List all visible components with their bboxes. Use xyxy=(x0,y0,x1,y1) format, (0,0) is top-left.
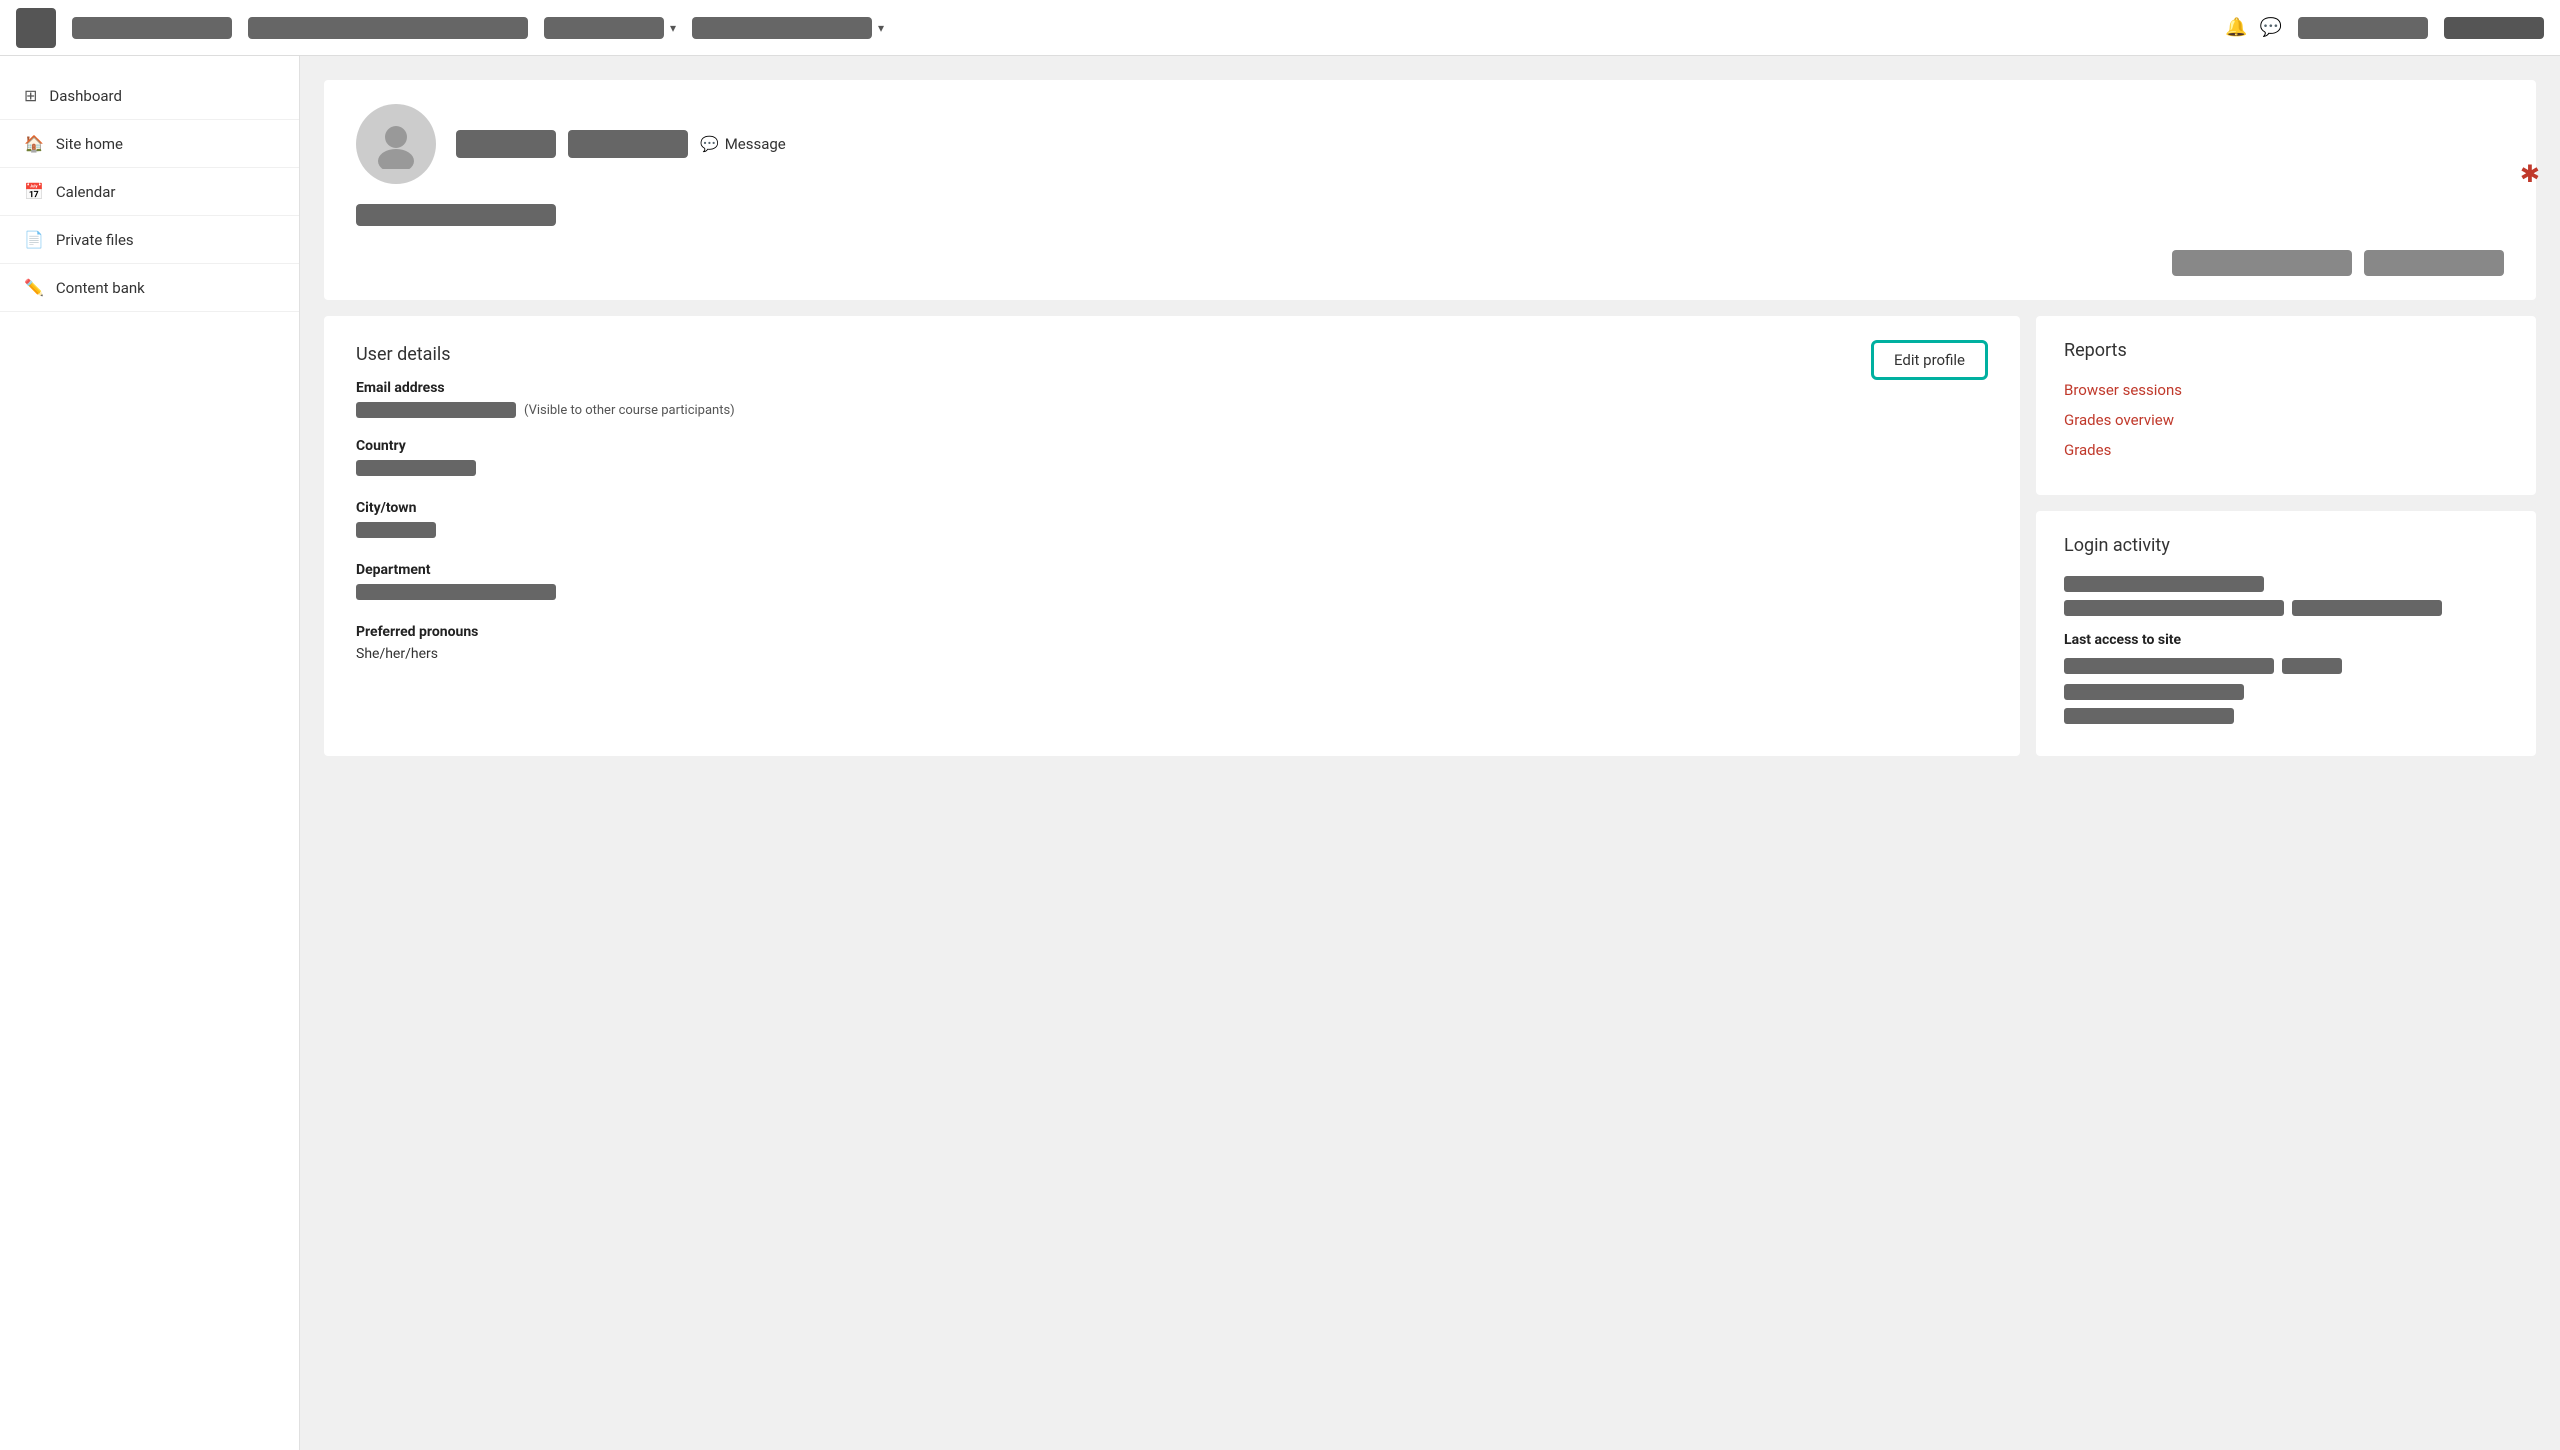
right-panels: Reports Browser sessions Grades overview… xyxy=(2036,316,2536,756)
card-action-button-1[interactable] xyxy=(2172,250,2352,276)
last-access-bar-2 xyxy=(2064,684,2244,700)
country-value-bar xyxy=(356,460,476,476)
department-value-bar xyxy=(356,584,556,600)
department-label: Department xyxy=(356,562,1988,578)
sidebar-item-site-home[interactable]: 🏠 Site home xyxy=(0,120,299,168)
email-row: (Visible to other course participants) xyxy=(356,402,1988,418)
email-visible-text: (Visible to other course participants) xyxy=(524,403,735,418)
grades-overview-link[interactable]: Grades overview xyxy=(2064,411,2508,429)
nav-item-2[interactable] xyxy=(248,17,528,39)
chevron-down-icon: ▾ xyxy=(878,21,884,35)
page-layout: ⊞ Dashboard 🏠 Site home 📅 Calendar 📄 Pri… xyxy=(0,56,2560,1450)
pronouns-value: She/her/hers xyxy=(356,646,1988,662)
user-details-title: User details xyxy=(356,344,451,365)
sidebar-item-label: Dashboard xyxy=(49,87,122,105)
nav-item-4[interactable] xyxy=(692,17,872,39)
home-icon: 🏠 xyxy=(24,134,44,153)
user-details-header: User details Edit profile xyxy=(356,344,1988,380)
login-bar-2a xyxy=(2064,600,2284,616)
sidebar-item-dashboard[interactable]: ⊞ Dashboard xyxy=(0,72,299,120)
main-content: 💬 Message User details Edit profile xyxy=(300,56,2560,1450)
last-access-bar-3 xyxy=(2064,708,2234,724)
sidebar-item-label: Private files xyxy=(56,231,134,249)
email-field-group: Email address (Visible to other course p… xyxy=(356,380,1988,418)
login-row-1 xyxy=(2064,600,2508,616)
profile-button-1[interactable] xyxy=(456,130,556,158)
profile-card-bottom xyxy=(356,242,2504,276)
sidebar: ⊞ Dashboard 🏠 Site home 📅 Calendar 📄 Pri… xyxy=(0,56,300,1450)
profile-actions: 💬 Message xyxy=(456,130,786,158)
login-activity-title: Login activity xyxy=(2064,535,2508,556)
message-icon[interactable]: 💬 xyxy=(2260,17,2282,38)
sidebar-item-private-files[interactable]: 📄 Private files xyxy=(0,216,299,264)
calendar-icon: 📅 xyxy=(24,182,44,201)
chevron-down-icon: ▾ xyxy=(670,21,676,35)
file-icon: 📄 xyxy=(24,230,44,249)
message-label: Message xyxy=(725,135,786,153)
pencil-icon: ✏️ xyxy=(24,278,44,297)
country-field-group: Country xyxy=(356,438,1988,480)
nav-icons: 🔔 💬 xyxy=(2225,17,2282,38)
edit-profile-button[interactable]: Edit profile xyxy=(1871,340,1988,380)
country-label: Country xyxy=(356,438,1988,454)
login-bar-2b xyxy=(2292,600,2442,616)
last-access-row-1 xyxy=(2064,658,2508,674)
top-navigation: ▾ ▾ 🔔 💬 xyxy=(0,0,2560,56)
profile-card: 💬 Message xyxy=(324,80,2536,300)
sidebar-item-label: Site home xyxy=(56,135,123,153)
reports-panel: Reports Browser sessions Grades overview… xyxy=(2036,316,2536,495)
profile-header: 💬 Message xyxy=(356,104,2504,184)
email-label: Email address xyxy=(356,380,1988,396)
last-access-bar-1a xyxy=(2064,658,2274,674)
card-action-button-2[interactable] xyxy=(2364,250,2504,276)
user-details-panel: User details Edit profile Email address … xyxy=(324,316,2020,756)
nav-item-1[interactable] xyxy=(72,17,232,39)
pronouns-field-group: Preferred pronouns She/her/hers xyxy=(356,624,1988,662)
sidebar-item-label: Calendar xyxy=(56,183,116,201)
city-value-bar xyxy=(356,522,436,538)
last-access-bar-1b xyxy=(2282,658,2342,674)
city-label: City/town xyxy=(356,500,1988,516)
user-menu[interactable] xyxy=(2444,17,2544,39)
redstar-icon: ✱ xyxy=(2520,160,2540,188)
notification-icon[interactable]: 🔔 xyxy=(2225,17,2247,38)
sidebar-item-content-bank[interactable]: ✏️ Content bank xyxy=(0,264,299,312)
profile-button-2[interactable] xyxy=(568,130,688,158)
sidebar-item-label: Content bank xyxy=(56,279,145,297)
dashboard-icon: ⊞ xyxy=(24,86,37,105)
city-field-group: City/town xyxy=(356,500,1988,542)
login-activity-panel: Login activity Last access to site xyxy=(2036,511,2536,756)
message-button[interactable]: 💬 Message xyxy=(700,135,786,153)
profile-name-bar xyxy=(356,204,556,226)
nav-right-item[interactable] xyxy=(2298,17,2428,39)
site-logo[interactable] xyxy=(16,8,56,48)
reports-title: Reports xyxy=(2064,340,2508,361)
message-icon: 💬 xyxy=(700,135,719,153)
last-access-section: Last access to site xyxy=(2064,632,2508,724)
grades-link[interactable]: Grades xyxy=(2064,441,2508,459)
nav-dropdown-2[interactable]: ▾ xyxy=(692,17,884,39)
last-access-label: Last access to site xyxy=(2064,632,2508,648)
browser-sessions-link[interactable]: Browser sessions xyxy=(2064,381,2508,399)
panels-row: User details Edit profile Email address … xyxy=(324,316,2536,756)
department-field-group: Department xyxy=(356,562,1988,604)
avatar xyxy=(356,104,436,184)
login-bar-1 xyxy=(2064,576,2264,592)
nav-dropdown-1[interactable]: ▾ xyxy=(544,17,676,39)
sidebar-item-calendar[interactable]: 📅 Calendar xyxy=(0,168,299,216)
pronouns-label: Preferred pronouns xyxy=(356,624,1988,640)
email-value-bar xyxy=(356,402,516,418)
nav-item-3[interactable] xyxy=(544,17,664,39)
